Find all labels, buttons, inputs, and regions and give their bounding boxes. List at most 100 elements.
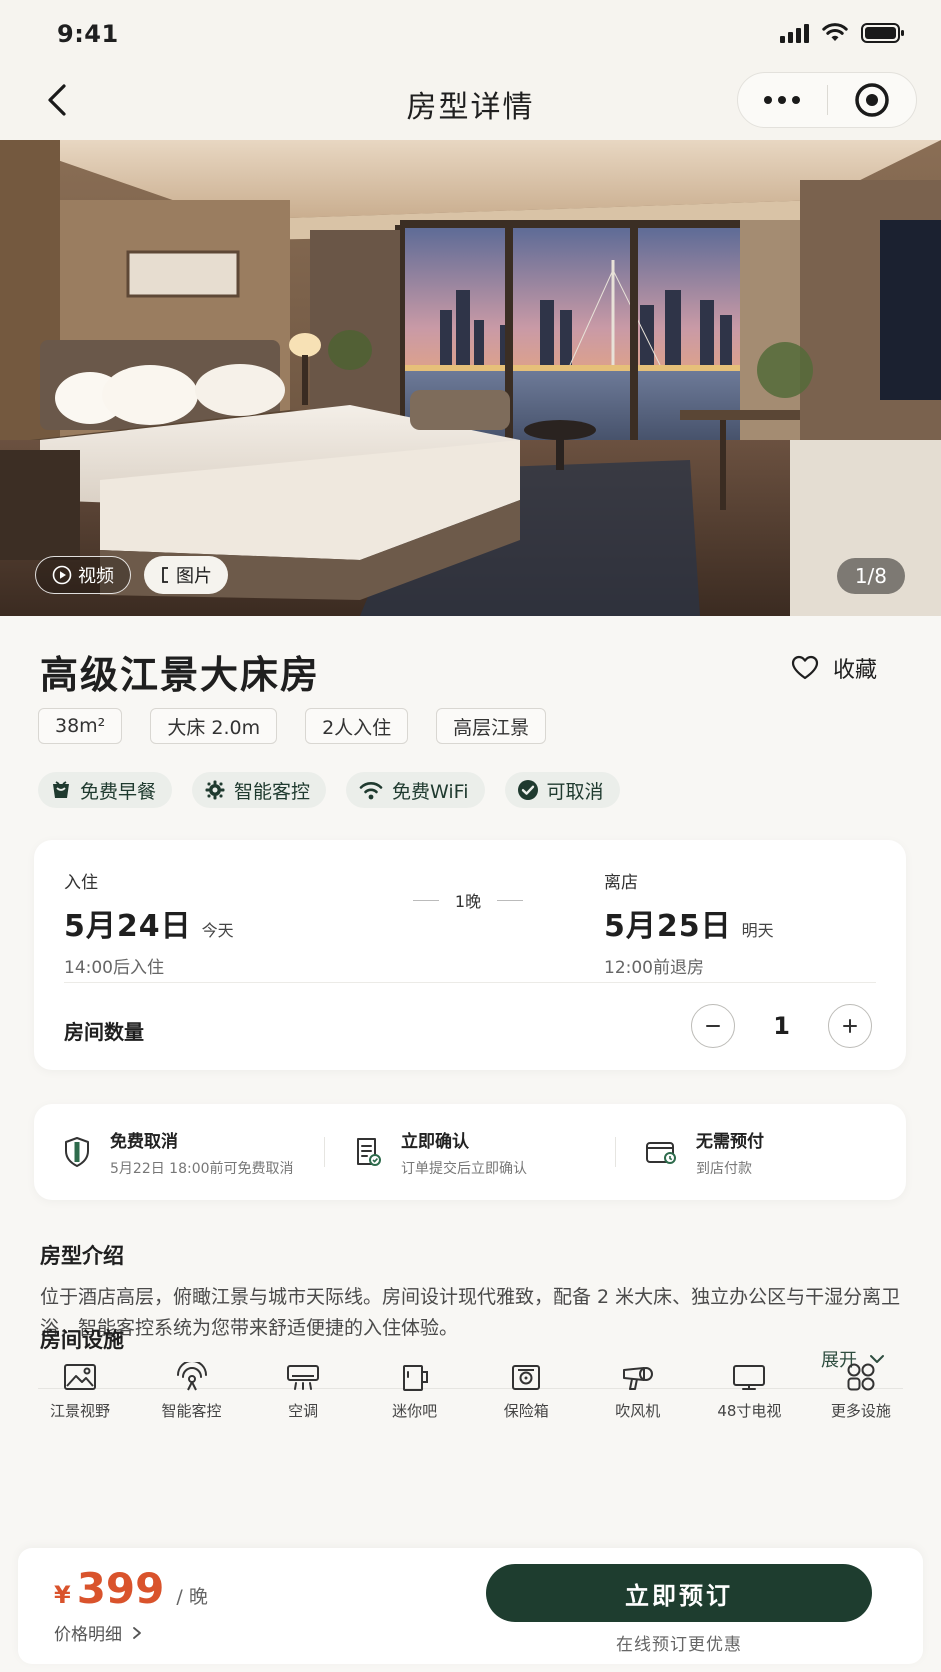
policy-title: 无需预付: [696, 1131, 764, 1152]
status-time: 9:41: [57, 20, 119, 48]
coffee-cup-icon: [53, 781, 69, 798]
policy-subtitle: 到店付款: [696, 1160, 752, 1177]
room-tags: 38m² 大床 2.0m 2人入住 高层江景: [38, 708, 547, 744]
favorite-button[interactable]: 收藏: [791, 652, 877, 684]
policy-title: 立即确认: [401, 1131, 469, 1152]
checkout-label: 离店: [604, 873, 638, 893]
amenity-badges: 免费早餐 智能客控 免费WiFi 可取消: [38, 772, 620, 808]
room-count-label: 房间数量: [64, 1020, 144, 1044]
air-conditioner-icon: [287, 1365, 320, 1390]
intro-section-title: 房型介绍: [40, 1244, 124, 1268]
cellular-signal-icon: [780, 23, 809, 43]
facility-label: 迷你吧: [392, 1402, 438, 1420]
room-count-stepper: 1: [691, 1004, 872, 1048]
smart-control-icon: [205, 780, 225, 800]
status-bar: 9:41: [0, 0, 941, 64]
facility-label: 智能客控: [161, 1402, 222, 1420]
wallet-icon: [646, 1142, 676, 1164]
video-tab-button[interactable]: 视频: [35, 556, 131, 594]
wifi-status-icon: [822, 23, 848, 41]
room-tag: 高层江景: [436, 708, 547, 744]
hotel-room-photo: [0, 140, 941, 616]
increase-room-button[interactable]: [828, 1004, 872, 1048]
room-tag: 大床 2.0m: [150, 708, 278, 744]
image-bracket-icon: [162, 567, 168, 583]
heart-icon: [791, 655, 819, 680]
checkin-label: 入住: [64, 873, 98, 893]
checkin-date: 5月24日: [64, 909, 192, 944]
more-menu-button[interactable]: [738, 72, 827, 128]
minus-icon: [706, 1025, 721, 1027]
amenity-badge-label: 免费WiFi: [392, 780, 469, 803]
wifi-icon: [359, 782, 383, 800]
facility-label: 保险箱: [503, 1402, 549, 1420]
checkout-note: 12:00前退房: [604, 958, 704, 978]
minibar-icon: [402, 1365, 428, 1391]
play-circle-icon: [52, 565, 72, 585]
policy-subtitle: 5月22日 18:00前可免费取消: [110, 1160, 294, 1177]
book-now-button[interactable]: 立即预订: [486, 1564, 872, 1622]
booking-bar: ¥ 399 / 晚 价格明细 立即预订 在线预订更优惠: [18, 1548, 923, 1664]
room-title: 高级江景大床房: [40, 652, 321, 697]
facilities-section-title: 房间设施: [40, 1328, 124, 1352]
price-display: ¥ 399 / 晚: [54, 1564, 208, 1613]
checkout-block[interactable]: 离店 5月25日 明天 12:00前退房: [604, 868, 774, 978]
hair-dryer-icon: [622, 1367, 653, 1390]
facility-safe-box[interactable]: 保险箱: [474, 1362, 578, 1421]
nights-indicator: 1晚: [378, 888, 558, 912]
price-unit: / 晚: [176, 1586, 208, 1608]
facility-tv[interactable]: 48寸电视: [697, 1362, 801, 1421]
close-miniprogram-button[interactable]: [828, 72, 917, 128]
policy-card: 免费取消 5月22日 18:00前可免费取消 立即确认 订单提交后立即确认 无需…: [34, 1104, 906, 1200]
facilities-list: 江景视野 智能客控 空调 迷你吧 保险箱 吹风机 48寸电视 更多设施: [28, 1362, 913, 1421]
checkin-block[interactable]: 入住 5月24日 今天 14:00后入住: [64, 868, 234, 978]
nights-count: 1晚: [454, 892, 482, 911]
photo-counter: 1/8: [836, 558, 905, 594]
room-tag: 2人入住: [305, 708, 409, 744]
checkout-relative-day: 明天: [741, 921, 774, 940]
policy-free-cancel[interactable]: 免费取消 5月22日 18:00前可免费取消: [34, 1104, 324, 1200]
facility-label: 空调: [288, 1402, 319, 1420]
price-detail-link[interactable]: 价格明细: [54, 1620, 142, 1645]
facility-smart-control[interactable]: 智能客控: [140, 1362, 244, 1421]
room-tag: 38m²: [38, 708, 123, 744]
room-count-value: 1: [773, 1012, 790, 1040]
tv-icon: [733, 1365, 766, 1390]
facility-air-conditioner[interactable]: 空调: [251, 1362, 355, 1421]
smart-control-icon: [176, 1362, 207, 1391]
price-detail-label: 价格明细: [54, 1625, 122, 1645]
main-content: 高级江景大床房 收藏 38m² 大床 2.0m 2人入住 高层江景 免费早餐 智…: [0, 616, 941, 1672]
policy-instant-confirm[interactable]: 立即确认 订单提交后立即确认: [325, 1104, 615, 1200]
document-icon: [357, 1138, 381, 1166]
amenity-badge-label: 免费早餐: [80, 780, 157, 803]
facility-label: 江景视野: [49, 1402, 110, 1420]
battery-icon: [861, 23, 904, 43]
checkin-relative-day: 今天: [201, 921, 234, 940]
facility-hair-dryer[interactable]: 吹风机: [586, 1362, 690, 1421]
facility-river-view[interactable]: 江景视野: [28, 1362, 132, 1421]
facility-label: 吹风机: [615, 1402, 661, 1420]
target-circle-icon: [855, 83, 889, 117]
checkout-date: 5月25日: [604, 909, 732, 944]
video-tab-label: 视频: [78, 566, 114, 587]
room-photo-gallery[interactable]: 视频 图片 1/8: [0, 140, 941, 616]
amenity-badge-breakfast: 免费早餐: [38, 772, 173, 808]
grid-more-icon: [847, 1363, 875, 1391]
photo-tab-button[interactable]: 图片: [144, 556, 228, 594]
status-icons: [780, 22, 905, 44]
facility-label: 48寸电视: [717, 1402, 782, 1420]
facility-more[interactable]: 更多设施: [809, 1362, 913, 1421]
policy-subtitle: 订单提交后立即确认: [401, 1160, 527, 1177]
policy-no-prepay[interactable]: 无需预付 到店付款: [616, 1104, 906, 1200]
stay-dates-card: 入住 5月24日 今天 14:00后入住 1晚 离店 5月25日 明天 12:0…: [34, 840, 906, 1070]
facility-minibar[interactable]: 迷你吧: [363, 1362, 467, 1421]
safe-box-icon: [512, 1365, 541, 1390]
decrease-room-button[interactable]: [691, 1004, 736, 1048]
mini-program-capsule: [737, 72, 917, 128]
checkin-note: 14:00后入住: [64, 958, 164, 978]
amenity-badge-label: 可取消: [546, 780, 604, 803]
divider: [64, 982, 876, 983]
photo-tab-label: 图片: [176, 566, 212, 587]
amenity-badge-smart-control: 智能客控: [192, 772, 327, 808]
landscape-icon: [64, 1364, 96, 1390]
